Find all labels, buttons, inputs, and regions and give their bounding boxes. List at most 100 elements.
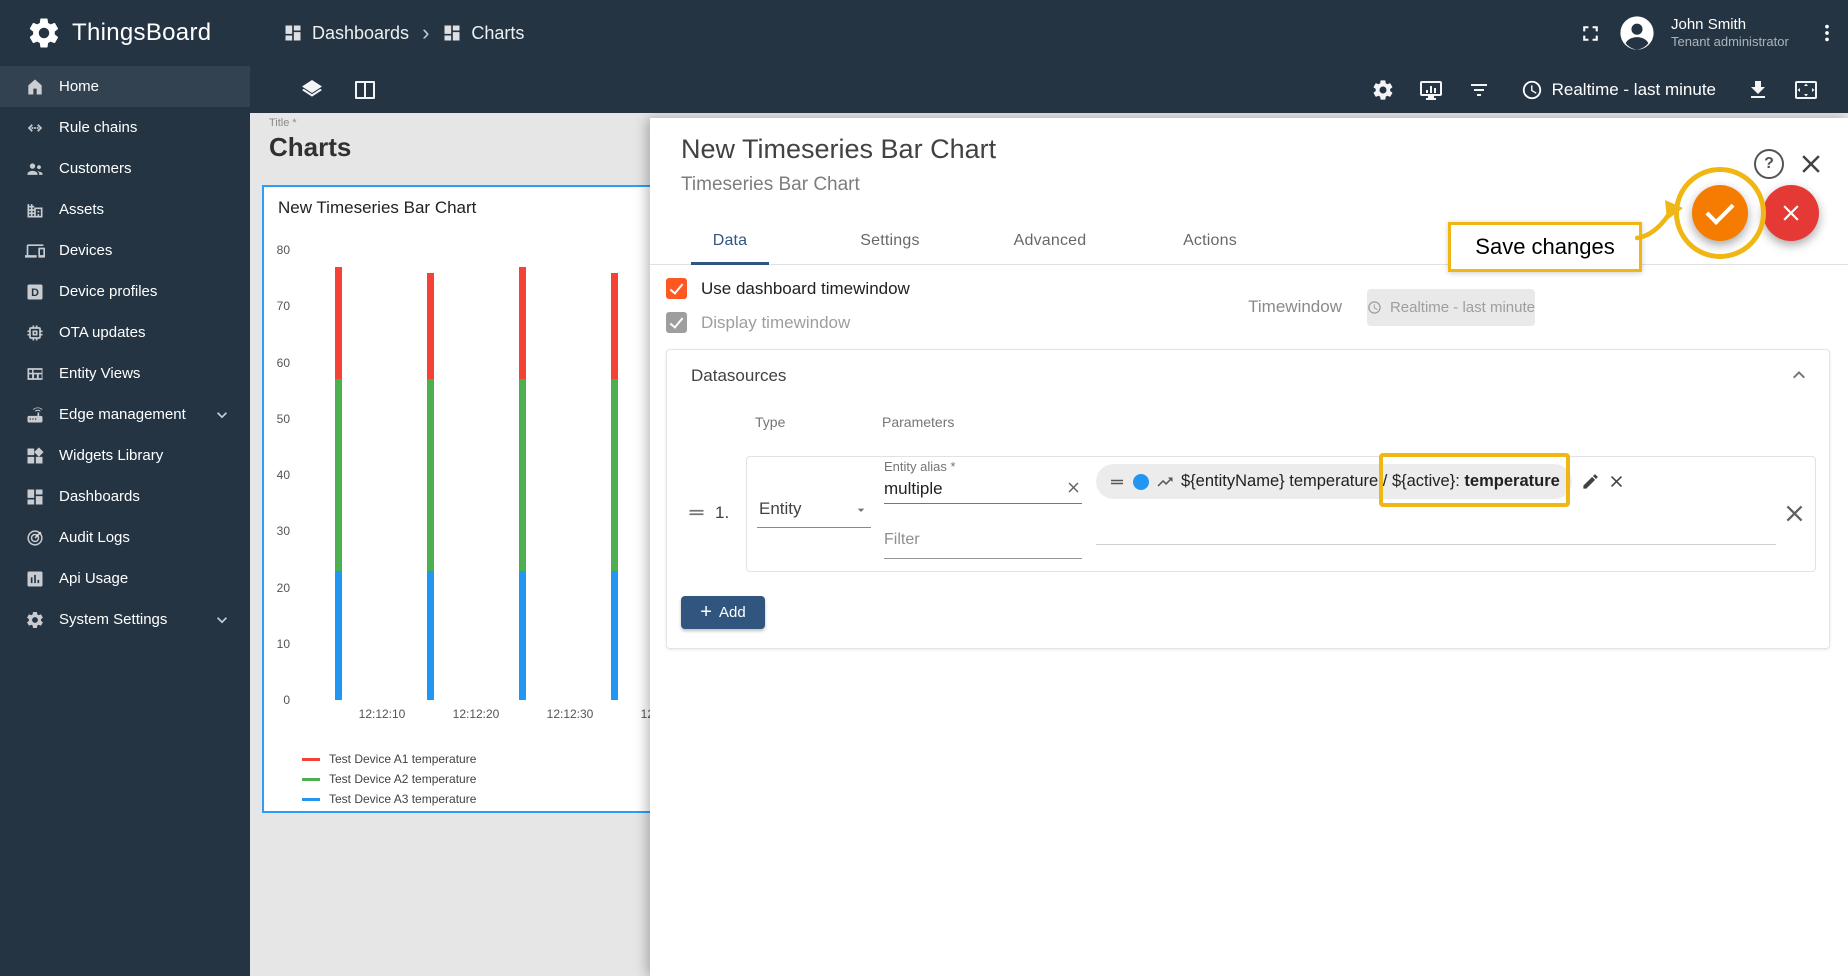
manage-states-icon[interactable] [300,78,324,102]
entity-views-icon [25,364,45,384]
filter-field[interactable]: Filter [884,525,1082,559]
filter-placeholder: Filter [884,531,920,548]
sidebar-item-label: Assets [59,201,105,218]
entity-alias-field[interactable]: Entity alias * multiple [884,459,1082,504]
app-header: ThingsBoard Dashboards › Charts John Smi… [0,0,1848,66]
expand-dashboard-icon[interactable] [1794,78,1818,102]
sidebar-item-label: Api Usage [59,570,129,587]
legend-item[interactable]: Test Device A3 temperature [302,789,476,809]
display-timewindow-checkbox: Display timewindow [666,312,850,333]
sidebar-item-entity-views[interactable]: Entity Views [0,353,250,394]
sidebar-item-home[interactable]: Home [0,66,250,107]
datasource-type-select[interactable]: Entity [757,493,871,528]
breadcrumb-charts[interactable]: Charts [442,23,524,44]
user-info[interactable]: John Smith Tenant administrator [1671,16,1801,51]
sidebar-item-devices[interactable]: Devices [0,230,250,271]
app-logo[interactable]: ThingsBoard [0,15,240,51]
sidebar-item-label: Home [59,78,100,95]
sidebar-item-widgets-library[interactable]: Widgets Library [0,435,250,476]
drag-handle-icon[interactable] [686,502,707,523]
datasource-index: 1. [715,503,730,522]
save-changes-tooltip: Save changes [1448,222,1642,272]
legend-item[interactable]: Test Device A1 temperature [302,749,476,769]
user-avatar[interactable] [1618,14,1656,52]
export-dashboard-icon[interactable] [1746,78,1770,102]
sidebar-item-label: System Settings [59,611,168,628]
sidebar-item-label: Rule chains [59,119,138,136]
entity-aliases-icon[interactable] [1419,78,1443,102]
timeseries-line-icon [1156,473,1174,491]
breadcrumb: Dashboards › Charts [240,20,524,46]
sidebar-item-dashboards[interactable]: Dashboards [0,476,250,517]
remove-datasource-icon[interactable] [1781,500,1808,527]
widgets-library-icon [25,446,45,466]
sidebar-item-edge-management[interactable]: Edge management [0,394,250,435]
edit-key-icon[interactable] [1581,472,1600,491]
tab-data[interactable]: Data [650,218,810,265]
y-tick-label: 80 [276,243,290,257]
dashboard-settings-icon[interactable] [1371,78,1395,102]
datakey-chip[interactable]: ${entityName} temperature / ${active}: t… [1096,464,1572,499]
clear-alias-icon[interactable] [1065,479,1082,496]
assets-icon [25,200,45,220]
plus-icon: + [700,600,712,623]
legend-item[interactable]: Test Device A2 temperature [302,769,476,789]
tab-actions[interactable]: Actions [1130,218,1290,264]
sidebar-item-label: Edge management [59,406,186,423]
editor-subtitle: Timeseries Bar Chart [681,174,860,195]
sidebar-item-ota-updates[interactable]: OTA updates [0,312,250,353]
close-editor-icon[interactable] [1796,149,1826,179]
checkbox-checked-icon [666,278,687,299]
dashboards-icon [25,487,45,507]
more-menu-icon[interactable] [1816,22,1838,44]
y-tick-label: 30 [276,524,290,539]
datakey-area: ${entityName} temperature / ${active}: t… [1096,464,1626,499]
api-usage-icon [25,569,45,589]
sidebar-item-assets[interactable]: Assets [0,189,250,230]
breadcrumb-dashboards[interactable]: Dashboards [283,23,409,44]
breadcrumb-label: Charts [471,22,525,43]
x-tick-label: 12:12:20 [452,707,500,721]
datakey-label: ${entityName} temperature / ${active}: t… [1181,472,1560,490]
column-parameters: Parameters [882,414,955,430]
remove-key-icon[interactable] [1607,472,1626,491]
sidebar-item-rule-chains[interactable]: Rule chains [0,107,250,148]
thingsboard-logo-icon [26,15,62,51]
bar-segment [610,570,618,700]
rule-chains-icon [25,118,45,138]
dashboards-icon [283,23,303,43]
sidebar-item-customers[interactable]: Customers [0,148,250,189]
y-tick-label: 0 [283,693,290,707]
checkbox-label: Use dashboard timewindow [701,278,910,298]
chevron-up-icon[interactable] [1787,363,1811,387]
manage-layouts-icon[interactable] [353,78,377,102]
use-dashboard-timewindow-checkbox[interactable]: Use dashboard timewindow [666,278,910,299]
datakeys-input-underline [1096,544,1776,545]
dashboard-title-field[interactable]: Title * Charts [269,117,351,163]
legend-color-marker [302,757,320,761]
discard-changes-button[interactable] [1763,185,1819,241]
fullscreen-icon[interactable] [1578,21,1603,46]
apply-changes-button[interactable] [1692,185,1748,241]
bar-segment [518,266,526,380]
sidebar-item-label: Audit Logs [59,529,130,546]
help-button[interactable]: ? [1754,149,1784,179]
header-actions: John Smith Tenant administrator [1578,14,1848,52]
ota-updates-icon [25,323,45,343]
drag-handle-icon[interactable] [1108,473,1126,491]
column-type: Type [755,414,786,430]
tab-settings[interactable]: Settings [810,218,970,264]
sidebar-item-system-settings[interactable]: System Settings [0,599,250,640]
sidebar-item-api-usage[interactable]: Api Usage [0,558,250,599]
sidebar-item-device-profiles[interactable]: D Device profiles [0,271,250,312]
chevron-down-icon [212,405,232,425]
sidebar-item-audit-logs[interactable]: Audit Logs [0,517,250,558]
bar-segment [334,570,342,700]
timewindow-button[interactable]: Realtime - last minute [1515,78,1722,102]
user-role: Tenant administrator [1671,34,1789,50]
filters-icon[interactable] [1467,78,1491,102]
tab-advanced[interactable]: Advanced [970,218,1130,264]
timewindow-label: Timewindow [1248,297,1342,316]
add-datasource-button[interactable]: + Add [681,596,765,629]
checkbox-label: Display timewindow [701,312,851,332]
